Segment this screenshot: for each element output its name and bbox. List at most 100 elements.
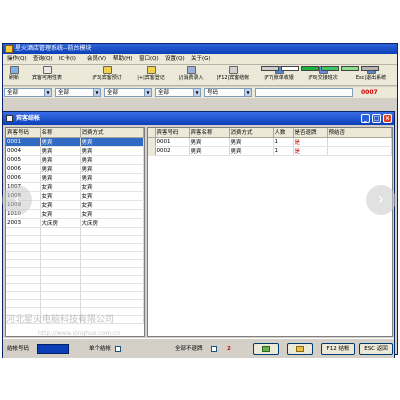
table-row[interactable]: 0001 男宾 男宾 1 是 [148,137,392,147]
table-cell: 是 [293,137,328,147]
print-icon-button[interactable] [287,343,313,355]
register-button[interactable]: |+|宾客登记 [131,66,171,85]
table-cell: 1 [273,137,294,147]
watermark-url: http://www.xinghuo.com.cn [38,330,121,337]
empty-row [6,267,144,276]
color-swatch [321,66,339,71]
confirm-icon-button[interactable] [253,343,279,355]
next-arrow-icon[interactable]: › [366,185,396,215]
table-cell: 男宾 [40,155,81,165]
col-guest-name[interactable]: 宾客名称 [189,128,230,138]
print-icon [296,346,304,352]
app-icon [5,45,13,53]
all-no-return-checkbox[interactable] [211,346,217,352]
table-row[interactable]: 2003 大床房 大床房 [6,218,144,228]
col-guest-no[interactable]: 宾客号码 [6,128,41,138]
search-input[interactable] [255,88,353,97]
table-row[interactable]: 0004 男宾 男宾 [6,146,144,156]
table-cell: 男宾 [80,155,144,165]
menu-settings[interactable]: 设置(Q) [165,55,185,64]
reservation-button[interactable]: |F3|宾客预订 [87,66,127,85]
menu-operate[interactable]: 操作(Q) [7,55,27,64]
minimize-button[interactable]: _ [361,114,370,123]
chevron-down-icon: ▼ [93,89,100,96]
table-cell: 男宾 [80,137,144,147]
table-cell: 男宾 [229,137,274,147]
menu-about[interactable]: 关于(G) [191,55,211,64]
table-row[interactable]: 0006 男宾 男宾 [6,164,144,174]
row-indicator [148,146,156,156]
col-consume-mode[interactable]: 消费方式 [80,128,144,138]
menu-member[interactable]: 会员(V) [87,55,106,64]
record-count: 2 [227,346,231,352]
table-cell: 男宾 [40,164,81,174]
checkout-no-label: 结帐号码 [7,346,30,352]
empty-row [6,251,144,260]
chevron-down-icon: ▼ [144,89,151,96]
color-swatch [301,66,319,71]
col-guest-no[interactable]: 宾客号码 [155,128,190,138]
menu-window[interactable]: 窗口(Q) [139,55,159,64]
table-cell: 男宾 [80,164,144,174]
chevron-down-icon: ▼ [193,89,200,96]
toolbar: 刷新 宾客可用性表 |F3|宾客预订 |+|宾客登记 |/|消费录入 |F12|… [3,65,397,86]
close-button[interactable]: × [383,114,392,123]
empty-row [6,283,144,292]
refresh-icon [9,66,19,74]
col-consume-mode[interactable]: 消费方式 [229,128,274,138]
filter-select-5[interactable]: 号码 ▼ [204,88,252,97]
maximize-button[interactable]: □ [372,114,381,123]
color-swatch [341,66,359,71]
menu-query[interactable]: 查询(Q) [33,55,53,64]
table-cell: 2003 [6,218,41,228]
table-row[interactable]: 0006 男宾 男宾 [6,173,144,183]
table-cell: 0005 [6,155,41,165]
f12-checkout-button[interactable]: F12 结帐 [321,343,355,355]
col-people[interactable]: 人数 [273,128,294,138]
guest-list-grid[interactable]: 宾客号码 名称 消费方式 0001 男宾 男宾 0004 男宾 男宾 0005 男宾 男宾 000… [5,127,145,337]
all-no-return-label: 全部不退牌 [175,346,203,352]
menu-help[interactable]: 帮助(H) [113,55,132,64]
empty-row [6,227,144,236]
table-row[interactable]: 0002 男宾 男宾 1 是 [148,146,392,156]
filter-select-4[interactable]: 全部 ▼ [155,88,201,97]
table-cell: 女宾 [80,200,144,210]
table-cell: 女宾 [40,200,81,210]
filter-select-2[interactable]: 全部 ▼ [55,88,101,97]
color-swatch [361,66,379,71]
checkout-button[interactable]: |F12|宾客结帐 [211,66,255,85]
checkout-icon [228,66,238,74]
table-cell: 男宾 [189,146,230,156]
table-cell: 男宾 [40,173,81,183]
checkout-no-input[interactable] [37,344,69,354]
checkout-statusbar: 结帐号码 单个结帐 全部不退牌 2 F12 结帐 ESC 返回 [3,338,394,358]
single-checkout-checkbox[interactable] [115,346,121,352]
table-cell [327,137,392,147]
col-prechecked[interactable]: 预结否 [327,128,392,138]
menu-bar: 操作(Q) 查询(Q) IC卡(I) 会员(V) 帮助(H) 窗口(Q) 设置(… [3,54,397,65]
esc-return-button[interactable]: ESC 返回 [359,343,393,355]
table-cell: 女宾 [40,182,81,192]
color-swatch [281,66,299,71]
menu-iccard[interactable]: IC卡(I) [59,55,76,64]
table-cell [327,146,392,156]
table-row[interactable]: 0005 男宾 男宾 [6,155,144,165]
table-icon [42,66,52,74]
prev-arrow-icon[interactable]: ‹ [2,185,32,215]
empty-row [6,235,144,244]
filter-select-1[interactable]: 全部 ▼ [4,88,52,97]
refresh-button[interactable]: 刷新 [6,66,22,85]
col-name[interactable]: 名称 [40,128,81,138]
checkout-detail-grid[interactable]: 宾客号码 宾客名称 消费方式 人数 是否退牌 预结否 0001 男宾 男宾 1 是 000… [147,127,393,337]
consume-entry-button[interactable]: |/|消费录入 [173,66,209,85]
table-cell: 女宾 [80,182,144,192]
availability-table-button[interactable]: 宾客可用性表 [25,66,69,85]
filter-select-3[interactable]: 全部 ▼ [104,88,152,97]
table-row[interactable]: 0001 男宾 男宾 [6,137,144,147]
table-cell: 0002 [155,146,190,156]
color-swatch [261,66,279,71]
checkout-titlebar: 宾客结帐 _ □ × [3,112,394,125]
table-cell: 0001 [6,137,41,147]
table-cell: 0004 [6,146,41,156]
col-return-card[interactable]: 是否退牌 [293,128,328,138]
